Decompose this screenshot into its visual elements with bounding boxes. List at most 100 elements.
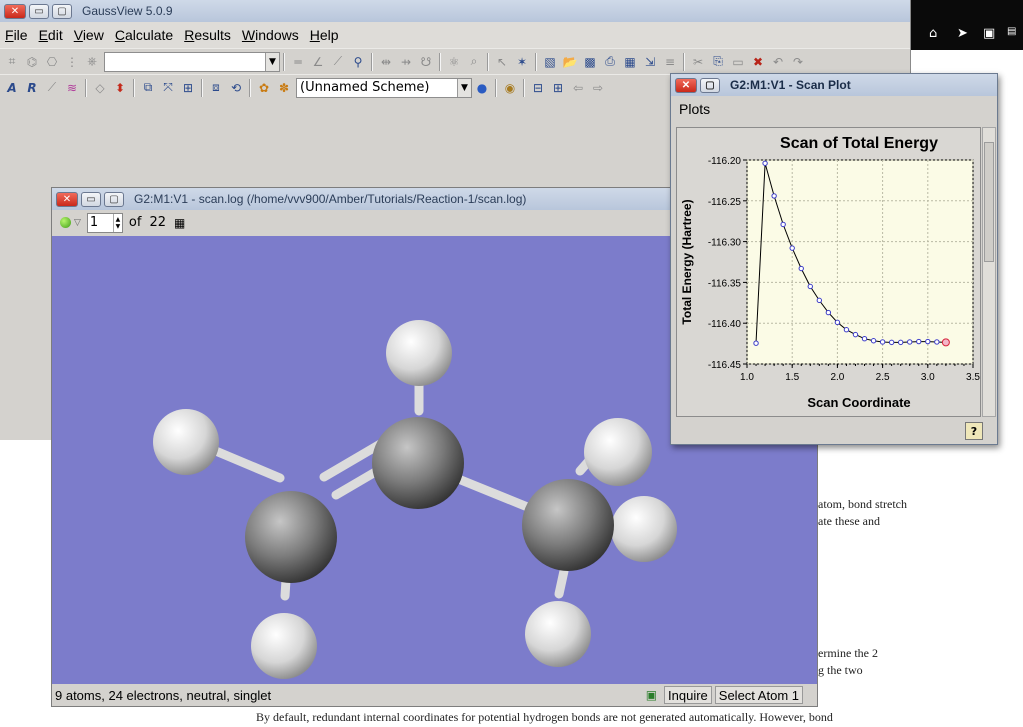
delete-icon[interactable]: ✖ [749, 53, 767, 71]
bond [554, 566, 569, 599]
menu-help[interactable]: Help [310, 27, 339, 43]
maximize-icon[interactable]: ▢ [104, 191, 124, 207]
dihedral-icon[interactable]: ⟋ [329, 53, 347, 71]
minimize-icon[interactable]: ▭ [81, 191, 101, 207]
menu-windows[interactable]: Windows [242, 27, 299, 43]
reset-view-icon[interactable]: ⟲ [227, 79, 245, 97]
carbon-atom[interactable] [372, 417, 464, 509]
hydrogen-atom[interactable] [251, 613, 317, 679]
folder-icon[interactable]: ▤ [1007, 26, 1016, 37]
frame-current: 1 [89, 215, 99, 230]
link-icon[interactable]: ⎈ [83, 53, 101, 71]
label-a-icon[interactable]: A [3, 79, 21, 97]
hydrogen-atom[interactable] [525, 601, 591, 667]
dipole-icon[interactable]: ⬍ [111, 79, 129, 97]
x-axis: 1.0 1.5 2.0 2.5 3.0 3.5 [740, 364, 980, 383]
cartesian-icon[interactable]: ⊞ [179, 79, 197, 97]
close-icon[interactable]: ✕ [56, 191, 78, 207]
table-icon[interactable]: ▦ [174, 216, 185, 230]
close-icon[interactable]: ✕ [4, 3, 26, 19]
wireframe-icon[interactable]: ⟋ [43, 79, 61, 97]
add-valence-icon[interactable]: ⇹ [377, 53, 395, 71]
hydrogen-atom[interactable] [584, 418, 652, 486]
hydrogen-atom[interactable] [611, 496, 677, 562]
angle-icon[interactable]: ∠ [309, 53, 327, 71]
data-point [879, 339, 886, 345]
data-point [843, 327, 850, 333]
maximize-icon[interactable]: ▢ [700, 77, 720, 93]
color-scheme-icon[interactable]: ✿ [255, 79, 273, 97]
carbon-atom[interactable] [522, 479, 614, 571]
plot-area[interactable]: Scan of Total Energy -116.20 -116.25 -116.… [676, 127, 981, 417]
close-icon[interactable]: ✕ [675, 77, 697, 93]
x-tick-label: 2.0 [830, 372, 844, 383]
document-icon[interactable]: ▣ [646, 688, 657, 702]
menu-plots[interactable]: Plots [679, 101, 710, 117]
fragment-icon[interactable]: ⋮ [63, 53, 81, 71]
sphere-icon[interactable]: ◇ [91, 79, 109, 97]
network-icon[interactable]: ▣ [983, 26, 995, 41]
r-group-icon[interactable]: ⎔ [43, 53, 61, 71]
undo-icon[interactable]: ↶ [769, 53, 787, 71]
hydrogen-atom[interactable] [386, 320, 452, 386]
hydrogen-atom[interactable] [153, 409, 219, 475]
list-icon[interactable]: ≡ [661, 53, 679, 71]
menu-results[interactable]: Results [184, 27, 231, 43]
scan-scrollbar[interactable] [982, 127, 996, 417]
copy-icon[interactable]: ⎘ [709, 53, 727, 71]
wand-icon[interactable]: ✶ [513, 53, 531, 71]
globe-icon[interactable]: ● [473, 79, 491, 97]
spin-arrows-icon[interactable]: ▲ ▼ [112, 213, 122, 232]
toolbar-separator [133, 78, 135, 97]
data-point [934, 339, 940, 345]
axes-icon[interactable]: ⤧ [159, 79, 177, 97]
scheme-combo[interactable]: (Unnamed Scheme) ▼ [296, 77, 472, 98]
frame-spinbox[interactable]: 1 ▲ ▼ [86, 212, 123, 233]
forward-icon[interactable]: ⇨ [589, 79, 607, 97]
menu-file[interactable]: File [5, 27, 28, 43]
menu-calculate[interactable]: Calculate [115, 27, 173, 43]
inquire-icon[interactable]: ⚲ [349, 53, 367, 71]
maximize-icon[interactable]: ▢ [52, 3, 72, 19]
bond-icon[interactable]: ⌗ [3, 53, 21, 71]
back-icon[interactable]: ⇦ [569, 79, 587, 97]
save-icon[interactable]: ▩ [581, 53, 599, 71]
grid-icon[interactable]: ⊞ [549, 79, 567, 97]
symmetry-icon[interactable]: ⚛ [445, 53, 463, 71]
toolbar-separator [535, 52, 537, 71]
label-r-icon[interactable]: R [23, 79, 41, 97]
image-save-icon[interactable]: ▦ [621, 53, 639, 71]
menu-view[interactable]: View [74, 27, 104, 43]
send-icon[interactable]: ➤ [957, 26, 968, 41]
pointer-icon[interactable]: ↖ [493, 53, 511, 71]
home-icon[interactable]: ⌂ [929, 26, 937, 41]
play-icon[interactable] [60, 217, 71, 228]
measure-icon[interactable]: ═ [289, 53, 307, 71]
print-icon[interactable]: ⎙ [601, 53, 619, 71]
ring-icon[interactable]: ⌬ [23, 53, 41, 71]
x-tick-label: 1.5 [785, 372, 799, 383]
export-icon[interactable]: ⇲ [641, 53, 659, 71]
hydrogen-icon[interactable]: ⧉ [139, 79, 157, 97]
paste-icon[interactable]: ▭ [729, 53, 747, 71]
search-icon[interactable]: ⌕ [465, 53, 483, 71]
fragment-combo[interactable]: ▼ [104, 51, 280, 72]
open-folder-icon[interactable]: 📂 [561, 53, 579, 71]
chevron-down-icon[interactable]: ▽ [74, 218, 81, 228]
chart-title: Scan of Total Energy [780, 135, 938, 152]
carbon-atom[interactable] [245, 491, 337, 583]
menu-edit[interactable]: Edit [39, 27, 63, 43]
copy-view-icon[interactable]: ⧈ [207, 79, 225, 97]
delete-valence-icon[interactable]: ⇸ [397, 53, 415, 71]
surface-icon[interactable]: ◉ [501, 79, 519, 97]
cut-icon[interactable]: ✂ [689, 53, 707, 71]
clean-icon[interactable]: ☋ [417, 53, 435, 71]
help-button[interactable]: ? [965, 422, 983, 440]
tile-icon[interactable]: ⊟ [529, 79, 547, 97]
stick-icon[interactable]: ≋ [63, 79, 81, 97]
minimize-icon[interactable]: ▭ [29, 3, 49, 19]
redo-icon[interactable]: ↷ [789, 53, 807, 71]
scrollbar-thumb[interactable] [984, 142, 994, 262]
new-file-icon[interactable]: ▧ [541, 53, 559, 71]
atom-scheme-icon[interactable]: ✽ [275, 79, 293, 97]
